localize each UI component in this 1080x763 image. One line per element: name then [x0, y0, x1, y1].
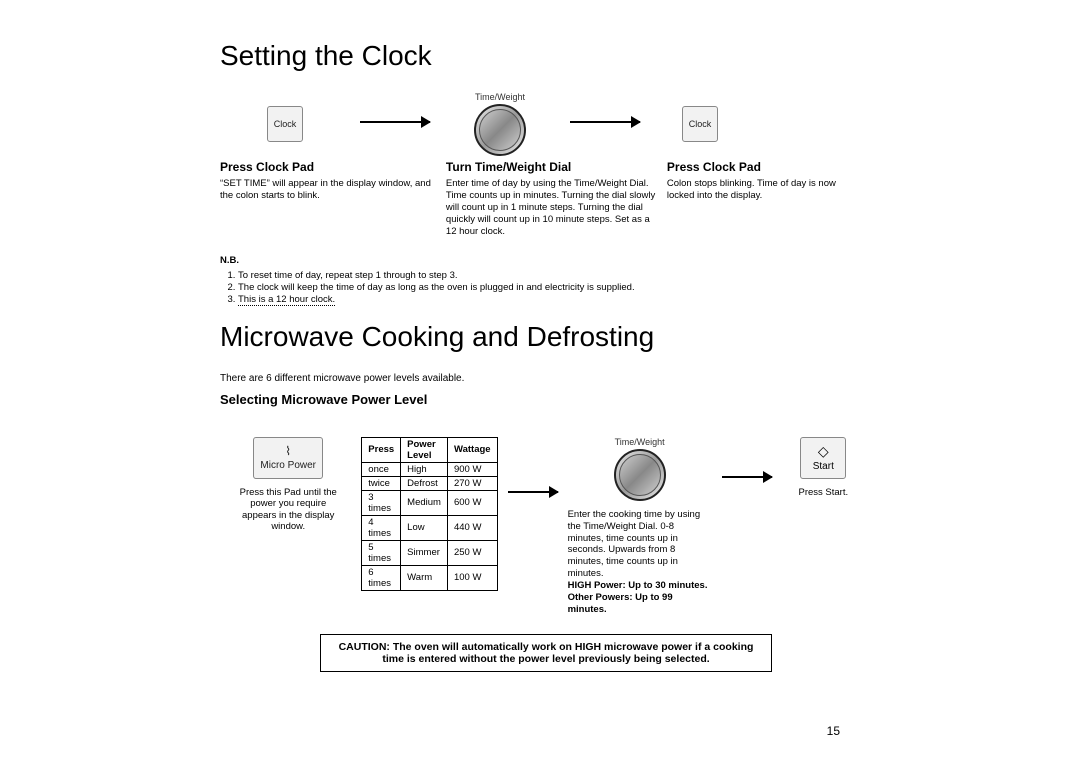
cook-desc: Enter the cooking time by using the Time… — [568, 509, 712, 616]
nb-item: This is a 12 hour clock. — [238, 294, 865, 306]
micro-desc: Press this Pad until the power you requi… — [235, 487, 341, 533]
table-header: Press — [362, 437, 401, 462]
table-header: Power Level — [401, 437, 448, 462]
micro-power-pad-icon: ⌇ Micro Power — [253, 437, 323, 479]
step-heading: Turn Time/Weight Dial — [446, 160, 659, 175]
dial-label: Time/Weight — [615, 437, 665, 447]
power-level-table: Press Power Level Wattage onceHigh900 W … — [361, 437, 497, 591]
clock-steps-text: Press Clock Pad “SET TIME” will appear i… — [220, 160, 865, 237]
start-desc: Press Start. — [798, 487, 848, 498]
table-row: 5 timesSimmer250 W — [362, 540, 497, 565]
step-heading: Press Clock Pad — [667, 160, 865, 175]
table-row: 4 timesLow440 W — [362, 515, 497, 540]
micro-pad-label: Micro Power — [260, 460, 316, 471]
section-title-clock: Setting the Clock — [220, 40, 865, 72]
clock-steps-icons: Clock Time/Weight Clock — [220, 92, 865, 156]
time-weight-dial-icon — [474, 104, 526, 156]
table-row: onceHigh900 W — [362, 462, 497, 476]
nb-item: To reset time of day, repeat step 1 thro… — [238, 270, 865, 282]
wave-icon: ⌇ — [285, 444, 291, 458]
nb-block: N.B. To reset time of day, repeat step 1… — [220, 255, 865, 306]
section-subtitle: There are 6 different microwave power le… — [220, 373, 865, 384]
clock-pad-icon: Clock — [267, 106, 303, 142]
table-row: 6 timesWarm100 W — [362, 565, 497, 590]
page-number: 15 — [827, 724, 840, 738]
table-row: 3 timesMedium600 W — [362, 490, 497, 515]
caution-box: CAUTION: The oven will automatically wor… — [320, 634, 772, 672]
time-weight-dial-icon — [614, 449, 666, 501]
section-heading-power: Selecting Microwave Power Level — [220, 392, 865, 407]
step-desc: Colon stops blinking. Time of day is now… — [667, 178, 836, 201]
nb-item: The clock will keep the time of day as l… — [238, 282, 865, 294]
step-desc: Enter time of day by using the Time/Weig… — [446, 178, 655, 237]
arrow-icon — [570, 121, 640, 123]
section-title-microwave: Microwave Cooking and Defrosting — [220, 321, 865, 353]
table-header: Wattage — [447, 437, 497, 462]
start-label: Start — [813, 461, 834, 472]
start-pad-icon: ◇ Start — [800, 437, 846, 479]
dial-label: Time/Weight — [475, 92, 525, 102]
step-desc: “SET TIME” will appear in the display wi… — [220, 178, 431, 201]
arrow-icon — [360, 121, 430, 123]
arrow-icon — [508, 491, 558, 493]
nb-title: N.B. — [220, 255, 239, 266]
diamond-icon: ◇ — [818, 443, 829, 460]
arrow-icon — [722, 476, 772, 478]
step-heading: Press Clock Pad — [220, 160, 438, 175]
clock-pad-icon: Clock — [682, 106, 718, 142]
table-row: twiceDefrost270 W — [362, 476, 497, 490]
